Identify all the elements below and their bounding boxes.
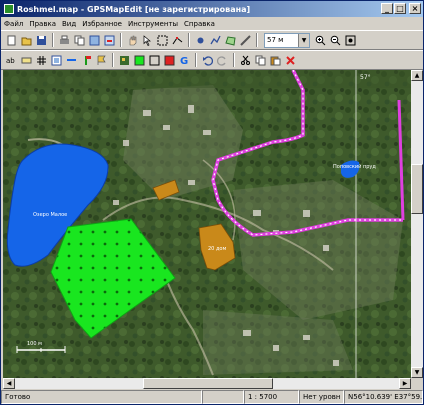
zoom-out-icon[interactable]	[329, 34, 342, 47]
horizontal-scroll-thumb[interactable]	[143, 378, 273, 389]
menu-help[interactable]: Справка	[181, 20, 218, 28]
status-ready: Готово	[1, 390, 202, 404]
svg-text:G: G	[180, 56, 188, 66]
redo-icon[interactable]	[216, 54, 229, 67]
grid-label: 57°	[360, 74, 371, 81]
zoom-in-icon[interactable]	[314, 34, 327, 47]
status-level: Нет уровн	[299, 390, 344, 404]
new-icon[interactable]	[5, 34, 18, 47]
window-title: Roshmel.map - GPSMapEdit [не зарегистрир…	[17, 4, 251, 14]
waypoint-icon[interactable]	[80, 54, 93, 67]
flag-icon[interactable]	[95, 54, 108, 67]
status-scale: 1 : 5700	[244, 390, 299, 404]
ruler-icon[interactable]	[20, 54, 33, 67]
export-icon[interactable]	[103, 34, 116, 47]
copy-icon[interactable]	[254, 54, 267, 67]
menu-file[interactable]: Файл	[1, 20, 26, 28]
lake-west-label: Озеро Малое	[33, 212, 67, 218]
hand-icon[interactable]	[126, 34, 139, 47]
toolbar-separator	[195, 53, 197, 67]
layers-icon[interactable]	[50, 54, 63, 67]
menu-edit[interactable]: Правка	[26, 20, 59, 28]
toolbar-separator	[233, 53, 235, 67]
menu-bar: Файл Правка Вид Избранное Инструменты Сп…	[1, 17, 423, 30]
raster-icon[interactable]	[118, 54, 131, 67]
select-icon[interactable]	[141, 34, 154, 47]
toolbar-separator	[52, 33, 54, 47]
menu-view[interactable]: Вид	[59, 20, 79, 28]
toolbar-separator	[188, 33, 190, 47]
color-icon[interactable]	[163, 54, 176, 67]
grid-icon[interactable]	[35, 54, 48, 67]
draw-point-icon[interactable]	[194, 34, 207, 47]
import-icon[interactable]	[88, 34, 101, 47]
open-icon[interactable]	[20, 34, 33, 47]
save-icon[interactable]	[35, 34, 48, 47]
undo-icon[interactable]	[201, 54, 214, 67]
print-icon[interactable]	[58, 34, 71, 47]
scroll-down-button[interactable]: ▼	[411, 367, 423, 378]
scroll-right-button[interactable]: ▶	[399, 378, 411, 389]
frame-icon[interactable]	[148, 54, 161, 67]
labels-icon[interactable]: ab	[5, 54, 18, 67]
menu-tools[interactable]: Инструменты	[125, 20, 181, 28]
split-icon[interactable]	[65, 54, 78, 67]
draw-polygon-icon[interactable]	[224, 34, 237, 47]
edit-nodes-icon[interactable]	[171, 34, 184, 47]
scroll-up-button[interactable]: ▲	[411, 70, 423, 81]
status-bar: Готово 1 : 5700 Нет уровн N56°10.639' E3…	[1, 389, 423, 405]
zoom-value: 57 м	[267, 36, 284, 44]
status-empty	[202, 390, 244, 404]
delete-icon[interactable]	[284, 54, 297, 67]
app-window: Roshmel.map - GPSMapEdit [не зарегистрир…	[0, 0, 424, 405]
zoom-all-icon[interactable]	[344, 34, 357, 47]
parcel-label: 20 дом	[208, 246, 226, 252]
google-icon[interactable]: G	[178, 54, 191, 67]
main-toolbar: 57 м ▼	[1, 30, 423, 50]
zoom-combo[interactable]: 57 м ▼	[264, 32, 310, 48]
scroll-left-button[interactable]: ◀	[3, 378, 15, 389]
status-coords: N56°10.639' E37°59.108'	[344, 390, 423, 404]
vertical-scrollbar[interactable]: ▲ ▼	[411, 70, 423, 378]
toolbar-separator	[112, 53, 114, 67]
close-button[interactable]: ×	[409, 3, 421, 14]
maximize-button[interactable]: □	[394, 3, 406, 14]
polygon-fill-icon[interactable]	[133, 54, 146, 67]
scale-label: 100 м	[27, 341, 42, 347]
paste-icon[interactable]	[269, 54, 282, 67]
select-rect-icon[interactable]	[156, 34, 169, 47]
minimize-button[interactable]: _	[381, 3, 393, 14]
app-icon	[4, 4, 14, 14]
toolbar-separator	[256, 33, 258, 47]
menu-favorites[interactable]: Избранное	[79, 20, 125, 28]
map-canvas[interactable]: 57° Озеро Малое Поповский пруд 20 дом 10…	[3, 70, 411, 378]
svg-text:ab: ab	[6, 57, 15, 65]
lake-east-label: Поповский пруд	[333, 163, 376, 170]
measure-icon[interactable]	[239, 34, 252, 47]
chevron-down-icon[interactable]: ▼	[298, 33, 309, 47]
map-view: 57° Озеро Малое Поповский пруд 20 дом 10…	[3, 70, 411, 378]
title-bar: Roshmel.map - GPSMapEdit [не зарегистрир…	[1, 1, 423, 17]
cut-icon[interactable]	[239, 54, 252, 67]
draw-line-icon[interactable]	[209, 34, 222, 47]
horizontal-scrollbar[interactable]: ◀ ▶	[3, 378, 411, 389]
secondary-toolbar: ab G	[1, 50, 423, 70]
toolbar-separator	[120, 33, 122, 47]
copy-map-icon[interactable]	[73, 34, 86, 47]
vertical-scroll-thumb[interactable]	[411, 164, 423, 214]
